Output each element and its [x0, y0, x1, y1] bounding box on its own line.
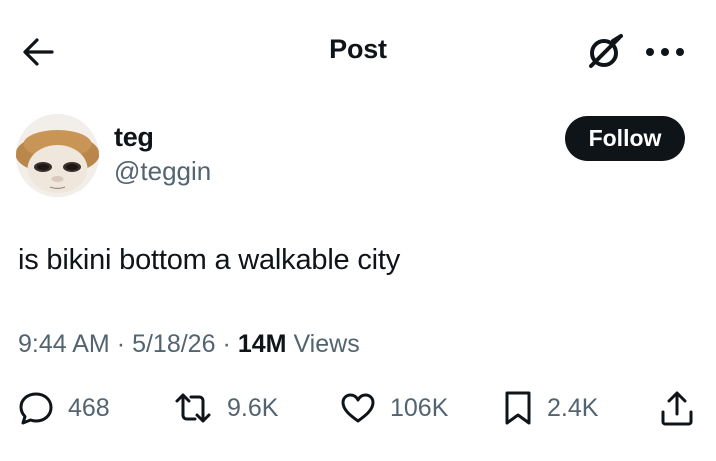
repost-count: 9.6K [227, 393, 279, 422]
monkey-avatar-image [16, 114, 99, 197]
more-options-button[interactable] [640, 34, 690, 70]
like-count: 106K [390, 393, 449, 422]
bookmark-button[interactable]: 2.4K [503, 388, 598, 428]
meta-separator: · [116, 330, 126, 358]
grok-icon [589, 34, 623, 68]
share-upload-icon [661, 391, 693, 426]
share-button[interactable] [660, 388, 694, 428]
reply-button[interactable]: 468 [18, 388, 110, 428]
reply-count: 468 [68, 393, 110, 422]
repost-button[interactable]: 9.6K [173, 388, 278, 428]
follow-button[interactable]: Follow [565, 116, 685, 161]
bookmark-count: 2.4K [547, 393, 599, 422]
views-count[interactable]: 14M [238, 330, 287, 359]
post-metadata: 9:44 AM · 5/18/26 · 14M Views [18, 330, 360, 359]
post-text: is bikini bottom a walkable city [18, 244, 401, 276]
meta-separator: · [222, 330, 231, 358]
author-handle[interactable]: @teggin [114, 156, 211, 187]
heart-icon [341, 393, 375, 423]
views-label[interactable]: Views [293, 330, 359, 359]
speech-bubble-icon [19, 392, 53, 425]
more-horizontal-icon [646, 48, 684, 56]
avatar[interactable] [16, 114, 99, 197]
post-header: Post [0, 0, 716, 100]
repost-arrows-icon [175, 393, 211, 423]
post-date[interactable]: 5/18/26 [132, 330, 215, 359]
post-time[interactable]: 9:44 AM [18, 330, 110, 359]
like-button[interactable]: 106K [340, 388, 448, 428]
author-name[interactable]: teg [114, 122, 154, 153]
bookmark-icon [505, 391, 531, 425]
grok-button[interactable] [584, 32, 626, 72]
